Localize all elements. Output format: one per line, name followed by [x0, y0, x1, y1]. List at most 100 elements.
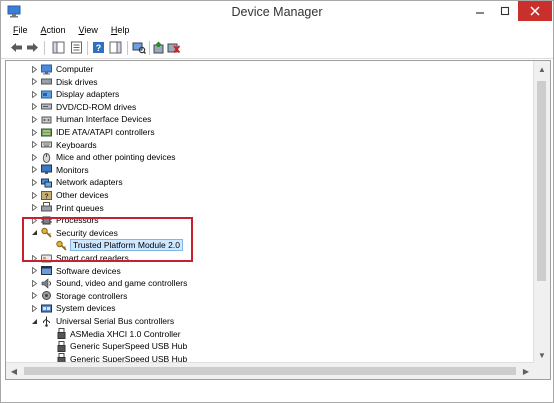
device-category-row[interactable]: System devices [6, 302, 532, 314]
help-button[interactable]: ? [91, 40, 106, 55]
menu-help[interactable]: Help [102, 25, 134, 35]
properties-button[interactable] [69, 40, 84, 55]
toolbar-separator [127, 41, 128, 55]
expand-triangle-icon[interactable] [30, 166, 38, 174]
device-label: IDE ATA/ATAPI controllers [56, 127, 155, 137]
expand-triangle-icon[interactable] [30, 204, 38, 212]
device-label: Human Interface Devices [56, 114, 152, 125]
minimize-button[interactable] [468, 1, 492, 21]
device-category-row[interactable]: Software devices [6, 265, 532, 277]
vertical-scrollbar[interactable]: ▲ ▼ [533, 61, 550, 363]
printer-icon [41, 202, 52, 212]
help-icon: ? [93, 42, 104, 53]
device-category-row[interactable]: Monitors [6, 164, 532, 176]
device-label: Network adapters [56, 177, 123, 188]
device-category-row[interactable]: Computer [6, 63, 532, 75]
expand-triangle-icon[interactable] [30, 267, 38, 275]
show-hide-console-tree-button[interactable] [51, 40, 66, 55]
close-button[interactable] [518, 1, 552, 21]
device-category-row[interactable]: Display adapters [6, 88, 532, 100]
title-bar[interactable]: Device Manager [1, 1, 553, 23]
expand-triangle-icon[interactable] [30, 191, 38, 199]
scroll-down-arrow[interactable]: ▼ [534, 347, 550, 363]
menu-action[interactable]: Action [32, 25, 70, 35]
vertical-scroll-thumb[interactable] [537, 81, 546, 281]
device-category-row[interactable]: ? Other devices [6, 189, 532, 201]
scroll-right-arrow[interactable]: ▶ [518, 363, 534, 379]
back-button[interactable] [9, 40, 24, 55]
device-category-row[interactable]: IDE ATA/ATAPI controllers [6, 126, 532, 138]
display-adapter-icon [41, 90, 52, 99]
device-label: Sound, video and game controllers [56, 278, 188, 289]
status-bar [1, 381, 553, 402]
horizontal-scroll-thumb[interactable] [24, 367, 516, 375]
device-category-row[interactable]: Human Interface Devices [6, 113, 532, 125]
expand-triangle-icon[interactable] [30, 65, 38, 73]
device-category-row[interactable]: Universal Serial Bus controllers [6, 315, 532, 327]
update-driver-icon [153, 41, 164, 54]
expand-triangle-icon[interactable] [30, 304, 38, 312]
device-category-row[interactable]: Disk drives [6, 76, 532, 88]
highlight-box [22, 217, 193, 262]
scroll-left-arrow[interactable]: ◀ [6, 363, 22, 379]
device-category-row[interactable]: Print queues [6, 202, 532, 214]
maximize-button[interactable] [493, 1, 517, 21]
device-category-row[interactable]: Storage controllers [6, 290, 532, 302]
update-driver-button[interactable] [151, 40, 166, 55]
device-label: Other devices [56, 190, 109, 200]
menu-file[interactable]: File [1, 25, 32, 35]
expand-triangle-icon[interactable] [30, 103, 38, 111]
device-label: System devices [56, 303, 116, 314]
collapse-triangle-icon[interactable] [30, 317, 38, 325]
close-icon [530, 6, 540, 16]
expand-triangle-icon[interactable] [30, 90, 38, 98]
device-label: Generic SuperSpeed USB Hub [70, 341, 188, 352]
device-label: Monitors [56, 164, 89, 175]
expand-triangle-icon[interactable] [30, 153, 38, 161]
expand-triangle-icon[interactable] [30, 292, 38, 300]
console-tree-icon [52, 41, 65, 54]
usb-icon [43, 316, 50, 327]
expand-triangle-icon[interactable] [30, 279, 38, 287]
device-category-row[interactable]: Mice and other pointing devices [6, 151, 532, 163]
device-category-row[interactable]: Keyboards [6, 139, 532, 151]
forward-button[interactable] [25, 40, 40, 55]
device-category-row[interactable]: DVD/CD-ROM drives [6, 101, 532, 113]
mouse-icon [42, 152, 51, 163]
keyboard-icon [41, 141, 52, 148]
device-label: Universal Serial Bus controllers [56, 316, 175, 326]
expand-triangle-icon[interactable] [30, 78, 38, 86]
device-row[interactable]: Generic SuperSpeed USB Hub [6, 340, 532, 352]
device-label: Print queues [56, 202, 104, 213]
device-label: Disk drives [56, 76, 98, 87]
sound-icon [41, 278, 51, 289]
expand-triangle-icon[interactable] [30, 115, 38, 123]
monitor-icon [41, 164, 52, 175]
expand-triangle-icon[interactable] [30, 141, 38, 149]
device-tree[interactable]: Computer Disk drives Display adapters DVD/C… [5, 60, 551, 380]
expand-triangle-icon[interactable] [30, 178, 38, 186]
system-devices-icon [41, 304, 52, 313]
horizontal-scrollbar[interactable]: ◀ ▶ [6, 362, 534, 379]
menu-view[interactable]: View [70, 25, 102, 35]
toolbar-separator [44, 41, 45, 55]
expand-triangle-icon[interactable] [30, 128, 38, 136]
scroll-up-arrow[interactable]: ▲ [534, 61, 550, 77]
disk-icon [41, 78, 52, 85]
device-row[interactable]: ASMedia XHCI 1.0 Controller [6, 328, 532, 340]
minimize-icon [476, 12, 484, 14]
show-hide-action-pane-button[interactable] [108, 40, 123, 55]
scrollbar-corner [534, 363, 550, 379]
computer-icon [41, 64, 52, 74]
usb-plug-icon [57, 340, 66, 352]
usb-plug-icon [57, 328, 66, 340]
back-arrow-icon [11, 43, 22, 52]
uninstall-device-button[interactable] [166, 40, 181, 55]
hid-icon [41, 116, 52, 124]
toolbar-separator [149, 41, 150, 55]
scan-hardware-changes-button[interactable] [131, 40, 146, 55]
device-category-row[interactable]: Sound, video and game controllers [6, 277, 532, 289]
device-category-row[interactable]: Network adapters [6, 176, 532, 188]
software-device-icon [41, 266, 52, 276]
dvd-icon [41, 103, 52, 110]
